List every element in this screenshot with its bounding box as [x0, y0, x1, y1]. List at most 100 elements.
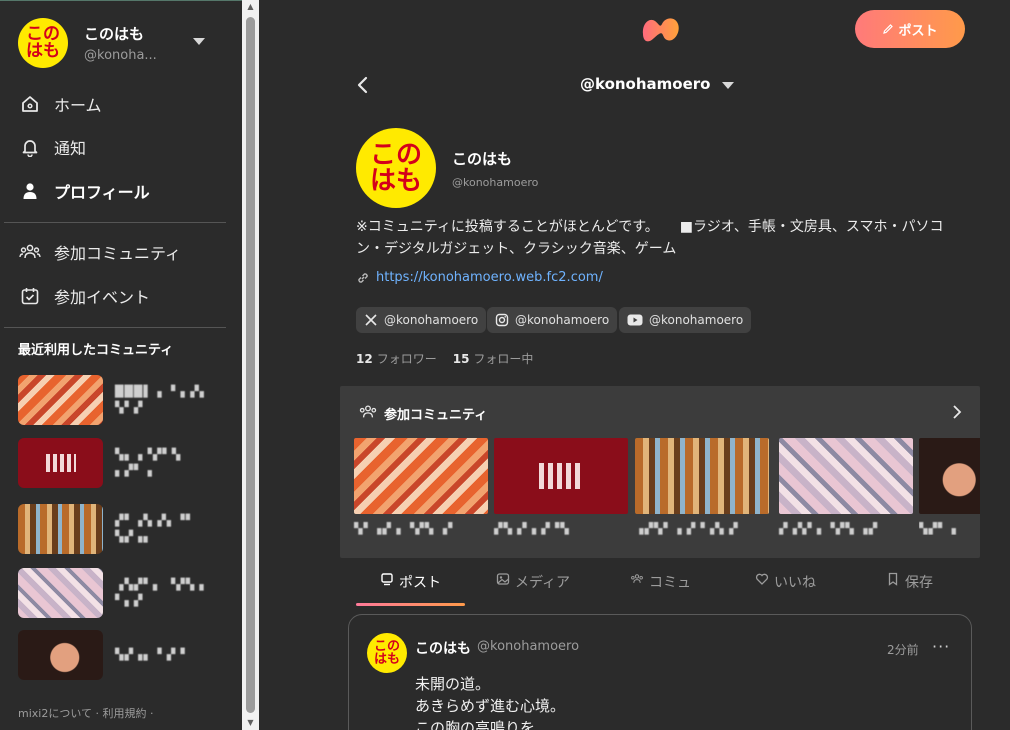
- tab-communities[interactable]: コミュ: [630, 572, 691, 606]
- tab-likes[interactable]: いいね: [755, 572, 816, 606]
- bell-icon: [18, 135, 42, 159]
- bookmark-icon: [888, 572, 898, 586]
- recent-community-item[interactable]: ▚▖▗▝▞▘▚ ▖▞▘▗: [18, 437, 218, 489]
- joined-communities-panel: 参加コミュニティ ▚▘▗▞ ▖▝▞▚ ▗▘ ▞▚▗▘▖▞▝▚ ▗▞▚▘ ▖▞▝▗…: [340, 386, 980, 558]
- tab-label: コミュ: [649, 575, 691, 591]
- community-card[interactable]: ▞▗▚▘▖▝▞▚ ▗▞: [779, 438, 913, 535]
- post-icon: [381, 573, 393, 586]
- account-switch-chevron-icon[interactable]: [193, 38, 205, 45]
- followers-link[interactable]: 12 フォロワー: [356, 350, 437, 367]
- sidebar-item-joined-events[interactable]: 参加イベント: [18, 282, 150, 310]
- community-card[interactable]: ▞▚▗▘▖▞▝▚: [494, 438, 628, 535]
- post-text-line: 未開の道。: [415, 675, 491, 693]
- main-content: ポスト @konohamoero この はも このはも @konohamoero…: [260, 0, 1010, 730]
- community-thumbnail: [18, 375, 103, 425]
- media-icon: [496, 573, 510, 585]
- community-label: ▚▞▘▗: [919, 522, 957, 535]
- thumbnail-mosaic: [45, 454, 76, 472]
- community-thumbnail: [354, 438, 488, 514]
- divider: [4, 327, 226, 328]
- scroll-up-arrow-icon[interactable]: ▲: [243, 0, 258, 14]
- post-text-line: あきらめず進む心境。: [415, 697, 566, 715]
- terms-link[interactable]: 利用規約: [103, 707, 147, 720]
- followers-label: フォロワー: [376, 352, 437, 366]
- social-handle: @konohamoero: [384, 313, 479, 327]
- post-author-name[interactable]: このはも: [415, 638, 471, 658]
- sidebar-item-label: 参加イベント: [54, 288, 151, 307]
- follow-stats: 12 フォロワー 15 フォロー中: [356, 350, 533, 367]
- website-link[interactable]: https://konohamoero.web.fc2.com/: [376, 270, 603, 285]
- profile-tabs: ポスト メディア コミュ いいね 保存: [340, 566, 980, 606]
- community-card[interactable]: ▚▘▗▞ ▖▝▞▚ ▗▘: [354, 438, 488, 535]
- profile-bio: ※コミュニティに投稿することがほとんどです。 ■ラジオ、手帳・文房具、スマホ・パ…: [356, 216, 966, 260]
- post-author-avatar[interactable]: この はも: [367, 633, 407, 673]
- sidebar-item-label: ホーム: [54, 96, 102, 115]
- back-arrow-icon[interactable]: [352, 74, 374, 96]
- profile-website[interactable]: https://konohamoero.web.fc2.com/: [356, 270, 603, 285]
- social-youtube-chip[interactable]: @konohamoero: [619, 307, 752, 333]
- community-label: ▚▘▗▞ ▖▝▞▚ ▗▘: [354, 522, 458, 535]
- sidebar-item-label: プロフィール: [54, 183, 150, 202]
- more-options-icon[interactable]: ···: [932, 637, 950, 656]
- tab-label: メディア: [515, 575, 571, 591]
- scroll-down-arrow-icon[interactable]: ▼: [243, 716, 258, 730]
- community-label: ▗▞▚▘ ▖▞▝▗▚ ▞: [635, 522, 739, 535]
- community-card[interactable]: ▗▞▚▘ ▖▞▝▗▚ ▞: [635, 438, 769, 535]
- chevron-down-icon[interactable]: [722, 82, 734, 89]
- communities-title: 参加コミュニティ: [384, 408, 488, 423]
- recent-community-item[interactable]: ▗▚▞▘▖ ▝▞▚▗ ▘▖▞: [18, 567, 218, 619]
- avatar[interactable]: この はも: [18, 18, 68, 68]
- post-timestamp: 2分前: [887, 643, 919, 657]
- social-instagram-chip[interactable]: @konohamoero: [487, 307, 618, 333]
- people-icon: [359, 405, 377, 418]
- sidebar-item-joined-communities[interactable]: 参加コミュニティ: [18, 238, 181, 266]
- community-thumbnail: [18, 630, 103, 680]
- community-label: ▞▚▗▘▖▞▝▚: [494, 522, 570, 535]
- recent-community-label: ███▌ ▖▝▗ ▞▖ ▚▘▞: [115, 385, 210, 414]
- page-title: @konohamoero: [580, 75, 711, 93]
- heart-icon: [755, 573, 769, 585]
- following-label: フォロー中: [473, 352, 534, 366]
- recent-community-item[interactable]: ███▌ ▖▝▗ ▞▖ ▚▘▞: [18, 374, 218, 426]
- community-label: ▞▗▚▘▖▝▞▚ ▗▞: [779, 522, 879, 535]
- tab-saved[interactable]: 保存: [886, 572, 933, 606]
- sidebar-item-notifications[interactable]: 通知: [18, 133, 86, 161]
- tab-posts[interactable]: ポスト: [380, 572, 441, 606]
- post-card[interactable]: この はも このはも @konohamoero 2分前 ··· 未開の道。 あき…: [348, 614, 972, 730]
- post-button[interactable]: ポスト: [855, 10, 965, 48]
- footer-separator: ·: [95, 707, 100, 720]
- thumbnail-mosaic: [539, 463, 583, 489]
- sidebar-item-profile[interactable]: プロフィール: [18, 177, 150, 205]
- community-thumbnail: [18, 438, 103, 488]
- avatar-text-bottom: はも: [369, 166, 422, 196]
- community-thumbnail: [18, 504, 103, 554]
- bio-line: ン・デジタルガジェット、クラシック音楽、ゲーム: [356, 241, 677, 257]
- about-link[interactable]: mixi2について: [18, 707, 92, 720]
- profile-name: このはも: [452, 150, 513, 168]
- account-name: このはも: [84, 25, 145, 43]
- person-icon: [18, 179, 42, 203]
- social-x-chip[interactable]: @konohamoero: [356, 307, 487, 333]
- sidebar-item-home[interactable]: ホーム: [18, 90, 102, 118]
- recent-community-label: ▚▖▗▝▞▘▚ ▖▞▘▗: [115, 448, 182, 477]
- sidebar-scrollbar-thumb[interactable]: [246, 17, 255, 713]
- recent-community-label: ▞▘▗▚ ▞▖▝▘ ▚▞▗▖: [115, 514, 196, 543]
- profile-avatar[interactable]: この はも: [356, 128, 436, 208]
- mixi-logo[interactable]: [640, 12, 682, 46]
- x-icon: [365, 314, 377, 326]
- tab-label: ポスト: [399, 575, 441, 591]
- chevron-right-icon[interactable]: [950, 404, 964, 420]
- following-link[interactable]: 15 フォロー中: [453, 350, 534, 367]
- recent-community-item[interactable]: ▚▞▗▖ ▘▞▝: [18, 629, 218, 681]
- pencil-icon: [883, 24, 894, 34]
- recent-community-item[interactable]: ▞▘▗▚ ▞▖▝▘ ▚▞▗▖: [18, 503, 218, 555]
- recent-communities-title: 最近利用したコミュニティ: [18, 343, 174, 358]
- community-thumbnail: [18, 568, 103, 618]
- sidebar: この はも このはも @konoha... ホーム 通知 プロフィール 参加コミ…: [0, 0, 242, 730]
- community-card[interactable]: ▚▞▘▗: [919, 438, 980, 535]
- tab-media[interactable]: メディア: [496, 572, 570, 606]
- followers-count: 12: [356, 352, 373, 366]
- post-author-handle: @konohamoero: [477, 639, 580, 654]
- community-thumbnail: [919, 438, 980, 514]
- post-text-line: この胸の高鳴りを: [415, 719, 536, 730]
